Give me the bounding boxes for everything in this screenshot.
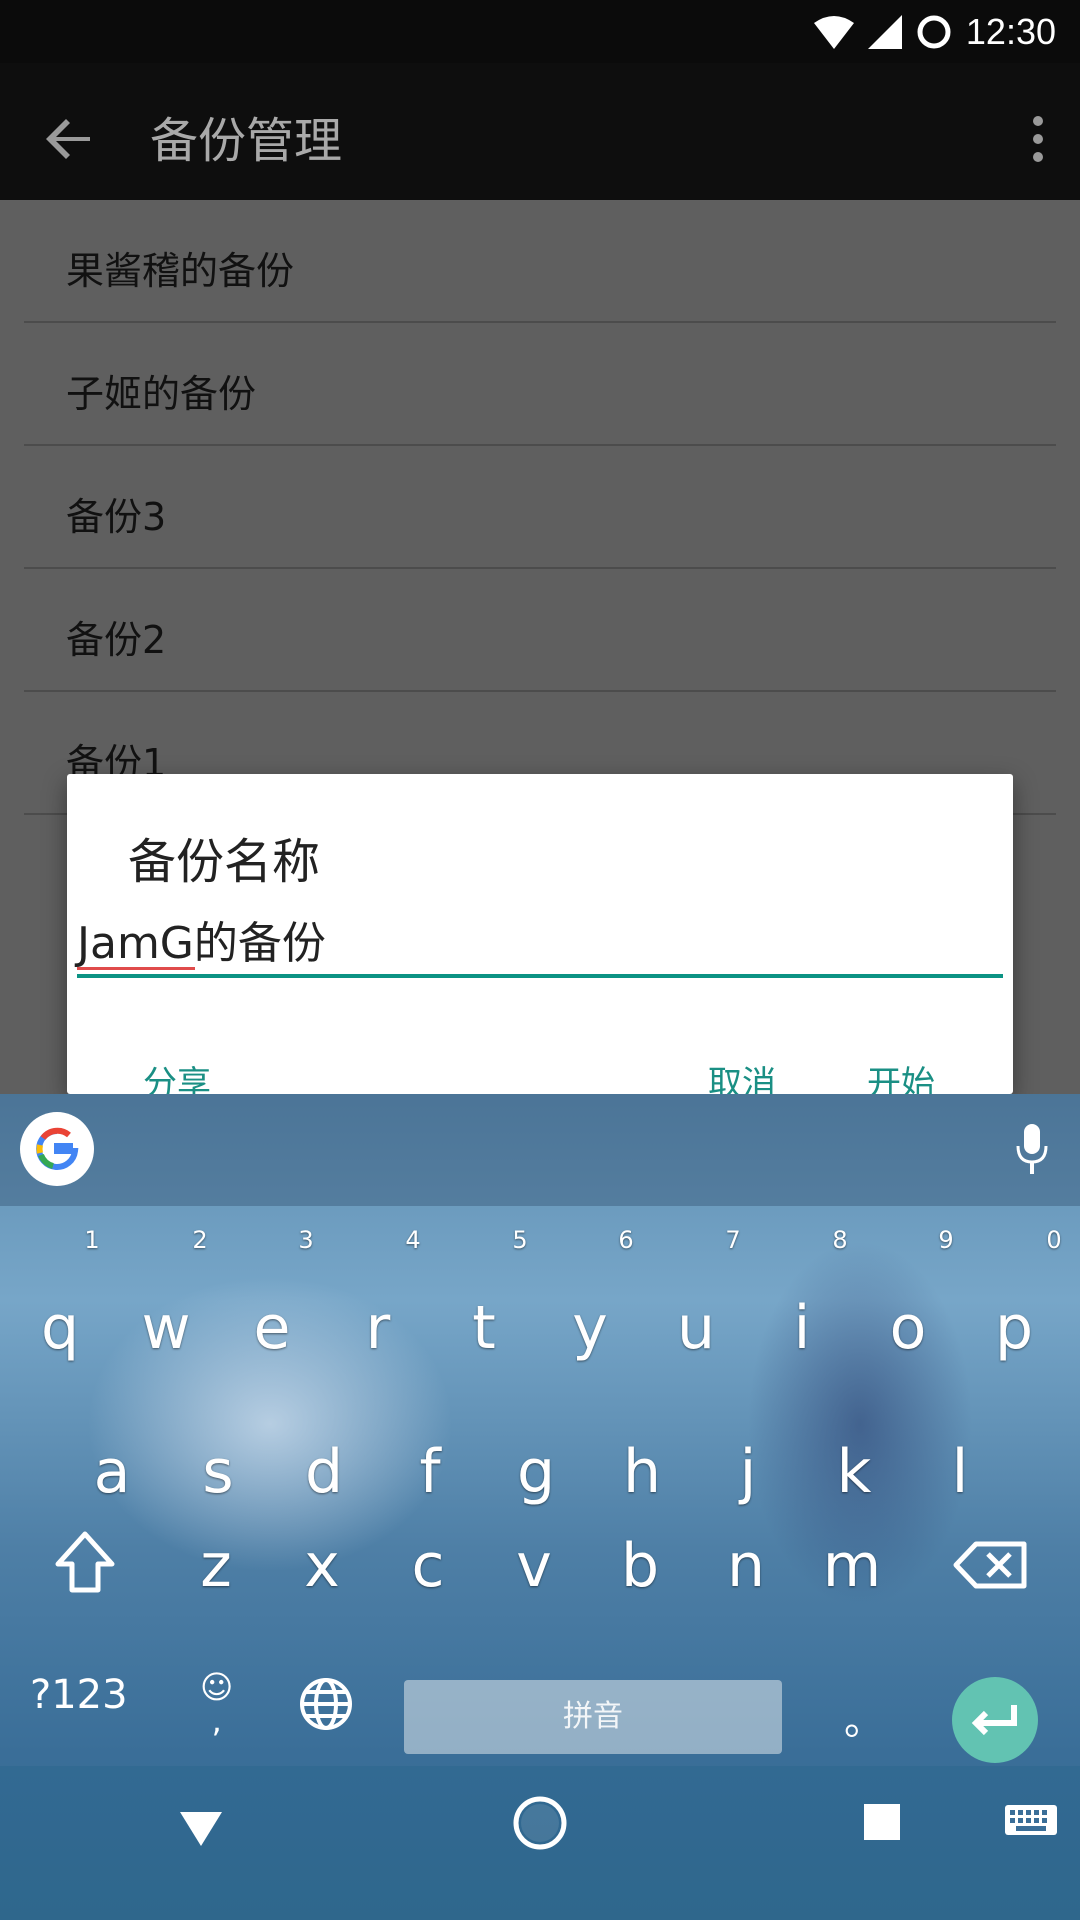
comma-label: , (211, 1702, 222, 1740)
status-bar: 12:30 (0, 0, 1080, 63)
key-z[interactable]: z (166, 1516, 266, 1616)
key-hint-5: 5 (512, 1226, 528, 1254)
key-a[interactable]: a (62, 1422, 162, 1522)
key-r[interactable]: r (328, 1278, 428, 1378)
more-vert-icon[interactable] (1018, 107, 1058, 171)
key-hint-7: 7 (725, 1226, 741, 1254)
key-i[interactable]: i (752, 1278, 852, 1378)
backspace-icon[interactable] (948, 1520, 1038, 1610)
app-bar: 备份管理 (0, 63, 1080, 200)
key-k[interactable]: k (804, 1422, 904, 1522)
list-item-label: 备份2 (66, 618, 167, 662)
key-m[interactable]: m (802, 1516, 902, 1616)
symbols-key[interactable]: ?123 (30, 1672, 128, 1718)
enter-arrow-icon (971, 1705, 1017, 1736)
key-l[interactable]: l (910, 1422, 1010, 1522)
spellcheck-underline (77, 967, 195, 970)
key-hint-3: 3 (298, 1226, 314, 1254)
key-s[interactable]: s (168, 1422, 268, 1522)
key-w[interactable]: w (116, 1278, 216, 1378)
key-c[interactable]: c (378, 1516, 478, 1616)
key-o[interactable]: o (858, 1278, 958, 1378)
key-hint-9: 9 (938, 1226, 954, 1254)
list-item[interactable]: 子姬的备份 (24, 323, 1056, 446)
shift-icon[interactable] (40, 1520, 130, 1610)
key-hint-0: 0 (1046, 1226, 1062, 1254)
key-u[interactable]: u (646, 1278, 746, 1378)
keyboard-switch-icon[interactable] (1004, 1804, 1058, 1840)
key-g[interactable]: g (486, 1422, 586, 1522)
backup-name-dialog: 备份名称 JamG的备份 分享 取消 开始 (67, 774, 1013, 1104)
navigation-bar (0, 1766, 1080, 1920)
key-p[interactable]: p (964, 1278, 1064, 1378)
key-hint-6: 6 (618, 1226, 634, 1254)
input-underline (77, 914, 1003, 978)
key-n[interactable]: n (696, 1516, 796, 1616)
key-hint-1: 1 (84, 1226, 100, 1254)
nav-back-icon[interactable] (176, 1802, 226, 1852)
key-v[interactable]: v (484, 1516, 584, 1616)
key-j[interactable]: j (698, 1422, 798, 1522)
wifi-icon (813, 16, 854, 49)
key-e[interactable]: e (222, 1278, 322, 1378)
microphone-icon[interactable] (1012, 1122, 1052, 1178)
list-item[interactable]: 备份2 (24, 569, 1056, 692)
key-d[interactable]: d (274, 1422, 374, 1522)
status-icons: 12:30 (813, 8, 1056, 56)
status-time: 12:30 (965, 11, 1056, 52)
nav-recents-icon[interactable] (862, 1802, 902, 1842)
emoji-comma-key[interactable]: ☺ , (200, 1670, 233, 1738)
google-icon[interactable] (20, 1112, 94, 1186)
keyboard-suggestion-bar (0, 1094, 1080, 1206)
enter-button[interactable] (952, 1677, 1038, 1763)
space-bar[interactable]: 拼音 (404, 1680, 782, 1754)
cell-signal-icon (867, 15, 902, 49)
dialog-title: 备份名称 (128, 834, 321, 890)
list-item-label: 果酱稽的备份 (66, 249, 295, 293)
nav-home-icon[interactable] (511, 1794, 569, 1852)
key-hint-2: 2 (192, 1226, 208, 1254)
list-item[interactable]: 备份3 (24, 446, 1056, 569)
sync-circle-icon (917, 15, 951, 49)
key-hint-4: 4 (405, 1226, 421, 1254)
key-f[interactable]: f (380, 1422, 480, 1522)
back-arrow-icon[interactable] (38, 107, 102, 171)
list-item-label: 备份3 (66, 495, 167, 539)
key-h[interactable]: h (592, 1422, 692, 1522)
emoji-icon: ☺ (200, 1668, 234, 1706)
key-x[interactable]: x (272, 1516, 372, 1616)
key-hint-8: 8 (832, 1226, 848, 1254)
google-g-icon (36, 1127, 79, 1170)
key-t[interactable]: t (434, 1278, 534, 1378)
period-key[interactable]: 。 (844, 1688, 884, 1746)
key-b[interactable]: b (590, 1516, 690, 1616)
key-y[interactable]: y (540, 1278, 640, 1378)
globe-icon[interactable] (296, 1674, 356, 1734)
list-item-label: 子姬的备份 (66, 372, 257, 416)
key-q[interactable]: q (10, 1278, 110, 1378)
list-item[interactable]: 果酱稽的备份 (24, 200, 1056, 323)
page-title: 备份管理 (150, 113, 343, 169)
